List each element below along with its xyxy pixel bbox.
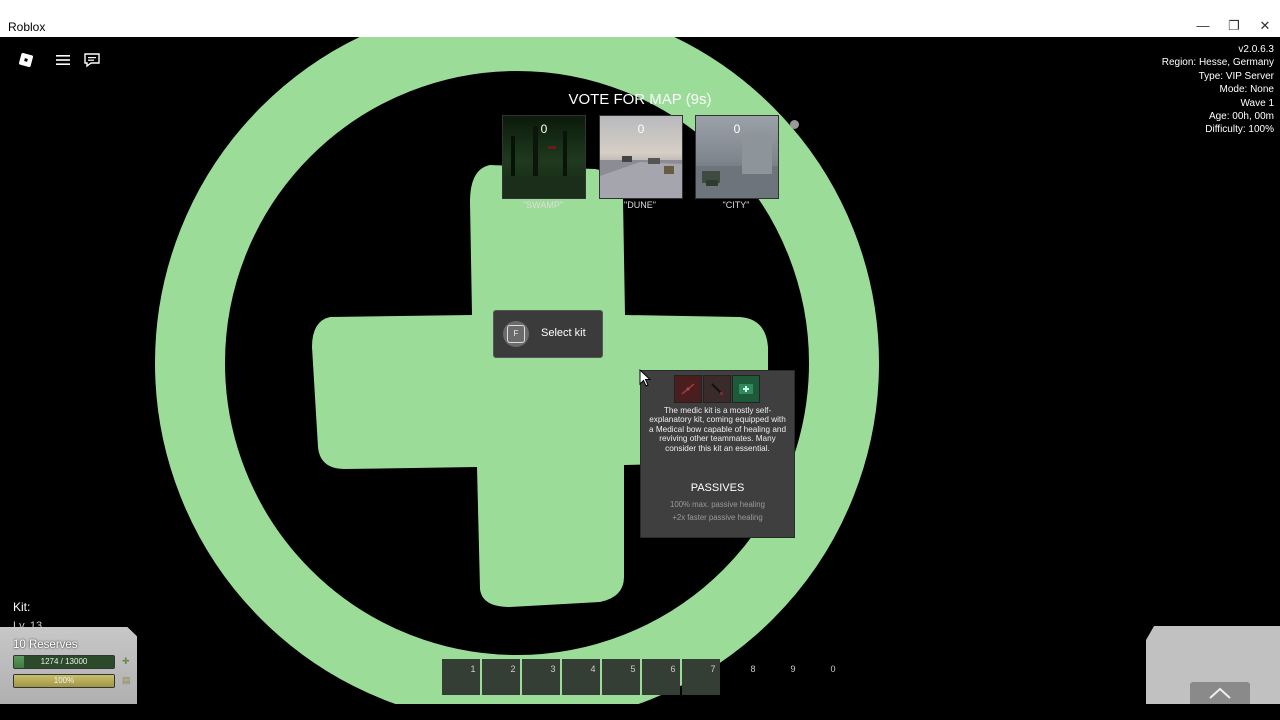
passive-line: +2x faster passive healing [672, 513, 763, 522]
chat-icon [84, 53, 100, 68]
select-kit-button[interactable]: F Select kit [493, 310, 603, 358]
passives-title: PASSIVES [690, 482, 745, 494]
window-title: Roblox [8, 20, 46, 34]
map-card-swamp[interactable]: 0 [502, 115, 586, 199]
version-label: v2.0.6.3 [1238, 44, 1274, 55]
mouse-cursor-icon [639, 369, 652, 387]
medkit-icon [739, 384, 753, 394]
health-cross-icon: ✚ [122, 656, 130, 666]
roblox-menu-button[interactable] [12, 46, 40, 74]
restore-button[interactable]: ❐ [1224, 18, 1244, 34]
bow-icon [681, 383, 695, 395]
map-card-city[interactable]: 0 [695, 115, 779, 199]
window-titlebar: Roblox — ❐ ✕ [0, 0, 1280, 37]
hotbar-slot-number: 0 [830, 664, 836, 674]
map-name-swamp: "SWAMP" [522, 200, 564, 210]
hotbar-slot-number: 8 [750, 664, 756, 674]
stamina-text: 100% [53, 676, 75, 685]
keybind-key: F [507, 325, 525, 343]
close-button[interactable]: ✕ [1255, 18, 1275, 34]
arrow-icon [711, 383, 723, 395]
chevron-up-icon [1209, 687, 1231, 699]
bow-item-icon[interactable] [674, 375, 702, 403]
map-vote-count: 0 [637, 122, 645, 136]
map-vote-count: 0 [733, 122, 741, 136]
hamburger-menu-button[interactable] [49, 46, 77, 74]
hotbar-slot-number: 7 [710, 664, 716, 674]
arrow-item-icon[interactable] [703, 375, 731, 403]
select-kit-label: Select kit [541, 327, 586, 339]
chat-button[interactable] [78, 46, 106, 74]
hotbar-slot-number: 1 [470, 664, 476, 674]
hotbar-slot-number: 3 [550, 664, 556, 674]
hamburger-icon [56, 55, 70, 65]
map-name-city: "CITY" [722, 200, 750, 210]
region-label: Region: Hesse, Germany [1161, 57, 1274, 69]
health-text: 1274 / 13000 [40, 657, 88, 666]
hotbar-slot-number: 2 [510, 664, 516, 674]
map-vote-count: 0 [540, 122, 548, 136]
stamina-bar: 100% [13, 674, 115, 688]
map-name-dune: "DUNE" [624, 200, 656, 210]
hotbar-slot-number: 9 [790, 664, 796, 674]
server-type-label: Type: VIP Server [1198, 70, 1274, 82]
map-card-dune[interactable]: 0 [599, 115, 683, 199]
kit-info-panel: The medic kit is a mostly self-explanato… [640, 370, 795, 538]
keybind-indicator: F [503, 321, 529, 347]
level-label: Lv. 13 [13, 620, 43, 632]
hotbar-slot-number: 4 [590, 664, 596, 674]
age-label: Age: 00h, 00m [1208, 111, 1274, 123]
vote-title: VOTE FOR MAP (9s) [568, 91, 712, 108]
kit-description: The medic kit is a mostly self-explanato… [649, 406, 787, 453]
game-viewport[interactable]: v2.0.6.3 Region: Hesse, Germany Type: VI… [0, 37, 1280, 704]
hotbar-slot-number: 6 [670, 664, 676, 674]
passive-line: 100% max. passive healing [670, 500, 765, 509]
medkit-item-icon[interactable] [732, 375, 760, 403]
minimize-button[interactable]: — [1193, 18, 1213, 33]
server-info-panel: v2.0.6.3 Region: Hesse, Germany Type: VI… [1162, 43, 1274, 137]
roblox-logo-icon [18, 52, 34, 68]
wave-label: Wave 1 [1240, 97, 1274, 109]
status-dot [790, 120, 799, 129]
mode-label: Mode: None [1219, 84, 1274, 96]
reserves-label: 10 Reserves [13, 639, 78, 651]
stamina-icon: ▤ [122, 675, 131, 685]
hotbar-slot-number: 5 [630, 664, 636, 674]
kit-label: Kit: [13, 600, 31, 614]
bottom-border [0, 704, 1280, 720]
health-bar: 1274 / 13000 [13, 655, 115, 669]
difficulty-label: Difficulty: 100% [1205, 124, 1274, 136]
expand-button[interactable] [1190, 682, 1250, 704]
